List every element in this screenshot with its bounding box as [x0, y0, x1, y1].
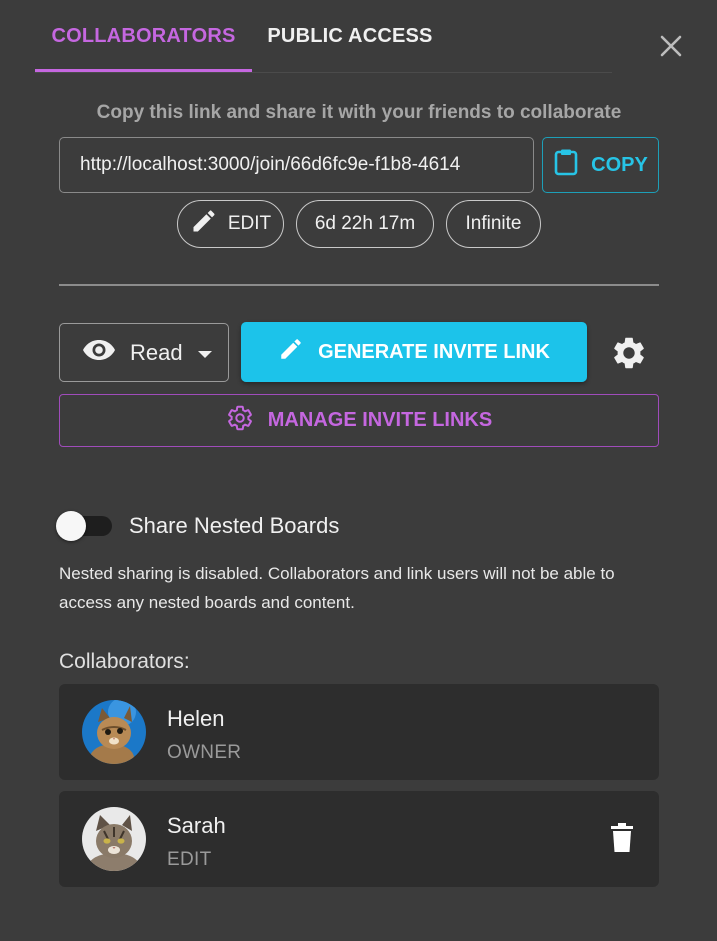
link-permission-label: EDIT [227, 213, 272, 234]
invite-permission-value: Read [130, 339, 183, 365]
copy-button-label: COPY [591, 153, 648, 176]
collaborator-name: Sarah [167, 813, 226, 838]
manage-invite-links-button[interactable]: MANAGE INVITE LINKS [59, 394, 659, 447]
share-nested-toggle[interactable] [56, 511, 112, 541]
tab-bar: COLLABORATORS PUBLIC ACCESS [35, 0, 612, 73]
trash-icon[interactable] [610, 823, 634, 853]
avatar [82, 700, 146, 764]
tab-public-access[interactable]: PUBLIC ACCESS [259, 0, 441, 72]
eye-icon [82, 338, 116, 368]
collaborator-role: EDIT [167, 849, 212, 870]
collaborator-row: Sarah EDIT [59, 791, 659, 887]
invite-permission-select[interactable]: Read [59, 323, 229, 382]
generate-invite-link-label: GENERATE INVITE LINK [318, 340, 550, 363]
generate-invite-link-button[interactable]: GENERATE INVITE LINK [241, 322, 587, 382]
link-permission-chip[interactable]: EDIT [177, 200, 284, 248]
share-dialog: COLLABORATORS PUBLIC ACCESS Copy this li… [0, 0, 717, 941]
chevron-down-icon [197, 340, 213, 366]
pencil-icon [278, 336, 304, 368]
section-divider [59, 284, 659, 286]
avatar [82, 807, 146, 871]
link-expiry-label: 6d 22h 17m [314, 213, 416, 234]
close-icon[interactable] [655, 30, 687, 62]
link-usage-chip[interactable]: Infinite [446, 200, 541, 248]
nested-sharing-info: Nested sharing is disabled. Collaborator… [59, 564, 615, 612]
gear-outline-icon [226, 404, 254, 438]
collaborator-role: OWNER [167, 742, 242, 763]
toggle-thumb [56, 511, 86, 541]
copy-button[interactable]: COPY [542, 137, 659, 193]
invite-link-field[interactable] [59, 137, 534, 193]
pencil-icon [190, 207, 218, 241]
gear-icon[interactable] [610, 334, 648, 372]
clipboard-icon [553, 148, 579, 182]
link-expiry-chip[interactable]: 6d 22h 17m [296, 200, 434, 248]
collaborator-row: Helen OWNER [59, 684, 659, 780]
share-nested-label: Share Nested Boards [129, 513, 340, 538]
manage-invite-links-label: MANAGE INVITE LINKS [267, 409, 493, 431]
link-usage-label: Infinite [465, 213, 522, 234]
collaborators-heading: Collaborators: [59, 650, 190, 673]
collaborator-name: Helen [167, 706, 225, 731]
share-hint: Copy this link and share it with your fr… [96, 102, 622, 123]
tab-collaborators[interactable]: COLLABORATORS [35, 0, 252, 72]
